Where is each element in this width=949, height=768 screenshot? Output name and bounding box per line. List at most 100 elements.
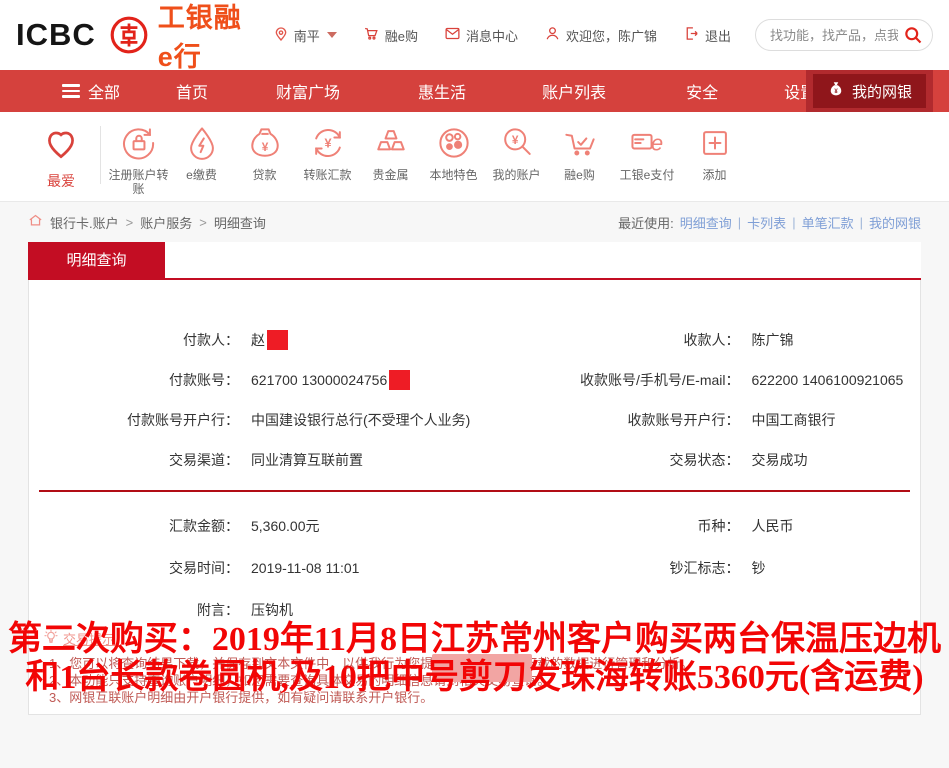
field-label: 汇款金额： <box>29 516 239 536</box>
city-label: 南平 <box>294 26 320 45</box>
user-icon <box>544 25 561 45</box>
field-value: 中国工商银行 <box>752 410 836 430</box>
heart-icon <box>41 150 81 167</box>
message-center-link[interactable]: 消息中心 <box>444 25 518 45</box>
field-label: 收款账号开户行： <box>475 410 740 430</box>
add-icon <box>695 152 735 166</box>
chevron-down-icon <box>327 32 337 38</box>
quick-item-loans[interactable]: ¥ 贷款 <box>233 123 296 182</box>
search-box <box>755 19 933 51</box>
money-pouch-icon: ¥ <box>245 152 285 166</box>
field-label: 钞汇标志： <box>475 558 740 578</box>
welcome-user[interactable]: 欢迎您，陈广锦 <box>544 25 657 45</box>
money-bag-icon: ¥ <box>827 80 845 102</box>
quick-item-eshop[interactable]: 融e购 <box>548 123 611 182</box>
nav-all-label: 全部 <box>88 79 120 103</box>
recently-used-label: 最近使用: <box>618 213 674 232</box>
nav-item-accounts[interactable]: 账户列表 <box>542 79 606 103</box>
field-label: 收款账号/手机号/E-mail： <box>475 370 740 390</box>
field-value: 交易成功 <box>752 450 808 470</box>
breadcrumb-item[interactable]: 银行卡.账户 <box>50 213 119 232</box>
field-value: 钞 <box>752 558 766 578</box>
nav-item-security[interactable]: 安全 <box>686 79 718 103</box>
field-label: 收款人： <box>475 330 740 350</box>
recent-link-my-ebank[interactable]: 我的网银 <box>869 213 921 232</box>
svg-text:¥: ¥ <box>511 133 518 147</box>
refresh-lock-icon <box>119 152 159 166</box>
field-value: 压钩机 <box>251 600 293 620</box>
city-selector[interactable]: 南平 <box>273 26 337 45</box>
detail-row-channel: 交易渠道： 同业清算互联前置 交易状态： 交易成功 <box>29 450 920 470</box>
field-value: 同业清算互联前置 <box>251 450 363 470</box>
field-label: 付款人： <box>29 330 239 350</box>
nav-item-home[interactable]: 首页 <box>176 79 208 103</box>
icbc-logo: ICBC <box>16 17 96 53</box>
field-value: 621700 13000024756 <box>251 370 387 390</box>
breadcrumb-item[interactable]: 明细查询 <box>214 213 266 232</box>
detail-row-payer: 付款人： 赵 收款人： 陈广锦 <box>29 330 920 350</box>
home-icon[interactable] <box>28 213 43 231</box>
field-label: 交易时间： <box>29 558 239 578</box>
quick-item-precious-metals[interactable]: 贵金属 <box>359 123 422 182</box>
field-value: 中国建设银行总行(不受理个人业务) <box>251 410 470 430</box>
transfer-yuan-icon: ¥ <box>308 152 348 166</box>
eshop-link[interactable]: 融e购 <box>363 25 418 45</box>
quick-item-my-account[interactable]: ¥ 我的账户 <box>485 123 548 182</box>
svg-text:e: e <box>651 130 663 155</box>
location-pin-icon <box>273 26 289 45</box>
quick-item-transfer-remit[interactable]: ¥ 转账汇款 <box>296 123 359 182</box>
field-label: 付款账号开户行： <box>29 410 239 430</box>
logout-icon <box>683 25 700 45</box>
local-feature-icon <box>434 152 474 166</box>
quick-access-bar: 最爱 注册账户转账 e缴费 ¥ 贷款 <box>0 112 949 202</box>
field-label: 交易渠道： <box>29 450 239 470</box>
detail-row-time: 交易时间： 2019-11-08 11:01 钞汇标志： 钞 <box>29 558 920 578</box>
quick-item-add[interactable]: 添加 <box>683 123 746 182</box>
favorites-item[interactable]: 最爱 <box>24 123 98 191</box>
svg-text:¥: ¥ <box>261 140 268 154</box>
message-center-label: 消息中心 <box>466 26 518 45</box>
red-annotation-overlay: 第二次购买：2019年11月8日江苏常州客户购买两台保温压边机 和1台长款卷圆机… <box>0 621 949 697</box>
annotation-line-2: 和1台长款卷圆机,及10把中号剪刀发珠海转账5360元(含运费) <box>0 659 949 697</box>
field-label: 付款账号： <box>29 370 239 390</box>
gold-bars-icon <box>371 152 411 166</box>
field-value: 622200 1406100921065 <box>752 370 904 390</box>
quick-item-epay-fees[interactable]: e缴费 <box>170 123 233 182</box>
nav-item-wealth[interactable]: 财富广场 <box>276 79 340 103</box>
detail-row-memo: 附言： 压钩机 <box>29 600 920 620</box>
field-label: 附言： <box>29 600 239 620</box>
redaction-box <box>267 330 288 350</box>
search-icon[interactable] <box>903 25 923 50</box>
quick-item-icbc-epay[interactable]: e 工银e支付 <box>611 123 683 182</box>
my-ebank-tab[interactable]: ¥ 我的网银 <box>806 70 933 112</box>
quick-item-register-transfer[interactable]: 注册账户转账 <box>107 123 170 196</box>
envelope-icon <box>444 25 461 45</box>
breadcrumb-item[interactable]: 账户服务 <box>140 213 192 232</box>
detail-row-payer-bank: 付款账号开户行： 中国建设银行总行(不受理个人业务) 收款账号开户行： 中国工商… <box>29 410 920 430</box>
magnifier-yuan-icon: ¥ <box>497 152 537 166</box>
brand-title: 工银融e行 <box>158 0 247 74</box>
breadcrumb: 银行卡.账户 > 账户服务 > 明细查询 <box>28 213 266 232</box>
field-value: 人民币 <box>752 516 794 536</box>
detail-row-amount: 汇款金额： 5,360.00元 币种： 人民币 <box>29 516 920 536</box>
logout-button[interactable]: 退出 <box>683 25 731 45</box>
recent-link-single-remit[interactable]: 单笔汇款 <box>802 213 854 232</box>
top-header: ICBC 工银融e行 南平 融e购 消息中心 <box>0 0 949 70</box>
tab-detail-query[interactable]: 明细查询 <box>28 242 165 278</box>
welcome-label: 欢迎您，陈广锦 <box>566 26 657 45</box>
hamburger-icon <box>62 84 80 98</box>
annotation-line-1: 第二次购买：2019年11月8日江苏常州客户购买两台保温压边机 <box>0 621 949 659</box>
drop-lightning-icon <box>182 152 222 166</box>
recent-link-detail-query[interactable]: 明细查询 <box>680 213 732 232</box>
breadcrumb-row: 银行卡.账户 > 账户服务 > 明细查询 最近使用: 明细查询 | 卡列表 | … <box>0 202 949 242</box>
quick-item-local-features[interactable]: 本地特色 <box>422 123 485 182</box>
nav-item-life[interactable]: 惠生活 <box>418 79 466 103</box>
nav-all-menu[interactable]: 全部 <box>62 79 120 103</box>
main-navbar: 全部 首页 财富广场 惠生活 账户列表 安全 设置 ¥ 我的网银 <box>0 70 949 112</box>
icbc-emblem-icon <box>108 14 150 56</box>
detail-row-payer-account: 付款账号： 621700 13000024756 收款账号/手机号/E-mail… <box>29 370 920 390</box>
my-ebank-label: 我的网银 <box>852 81 912 102</box>
vertical-divider <box>100 126 101 184</box>
field-value: 陈广锦 <box>752 330 794 350</box>
recent-link-card-list[interactable]: 卡列表 <box>747 213 786 232</box>
